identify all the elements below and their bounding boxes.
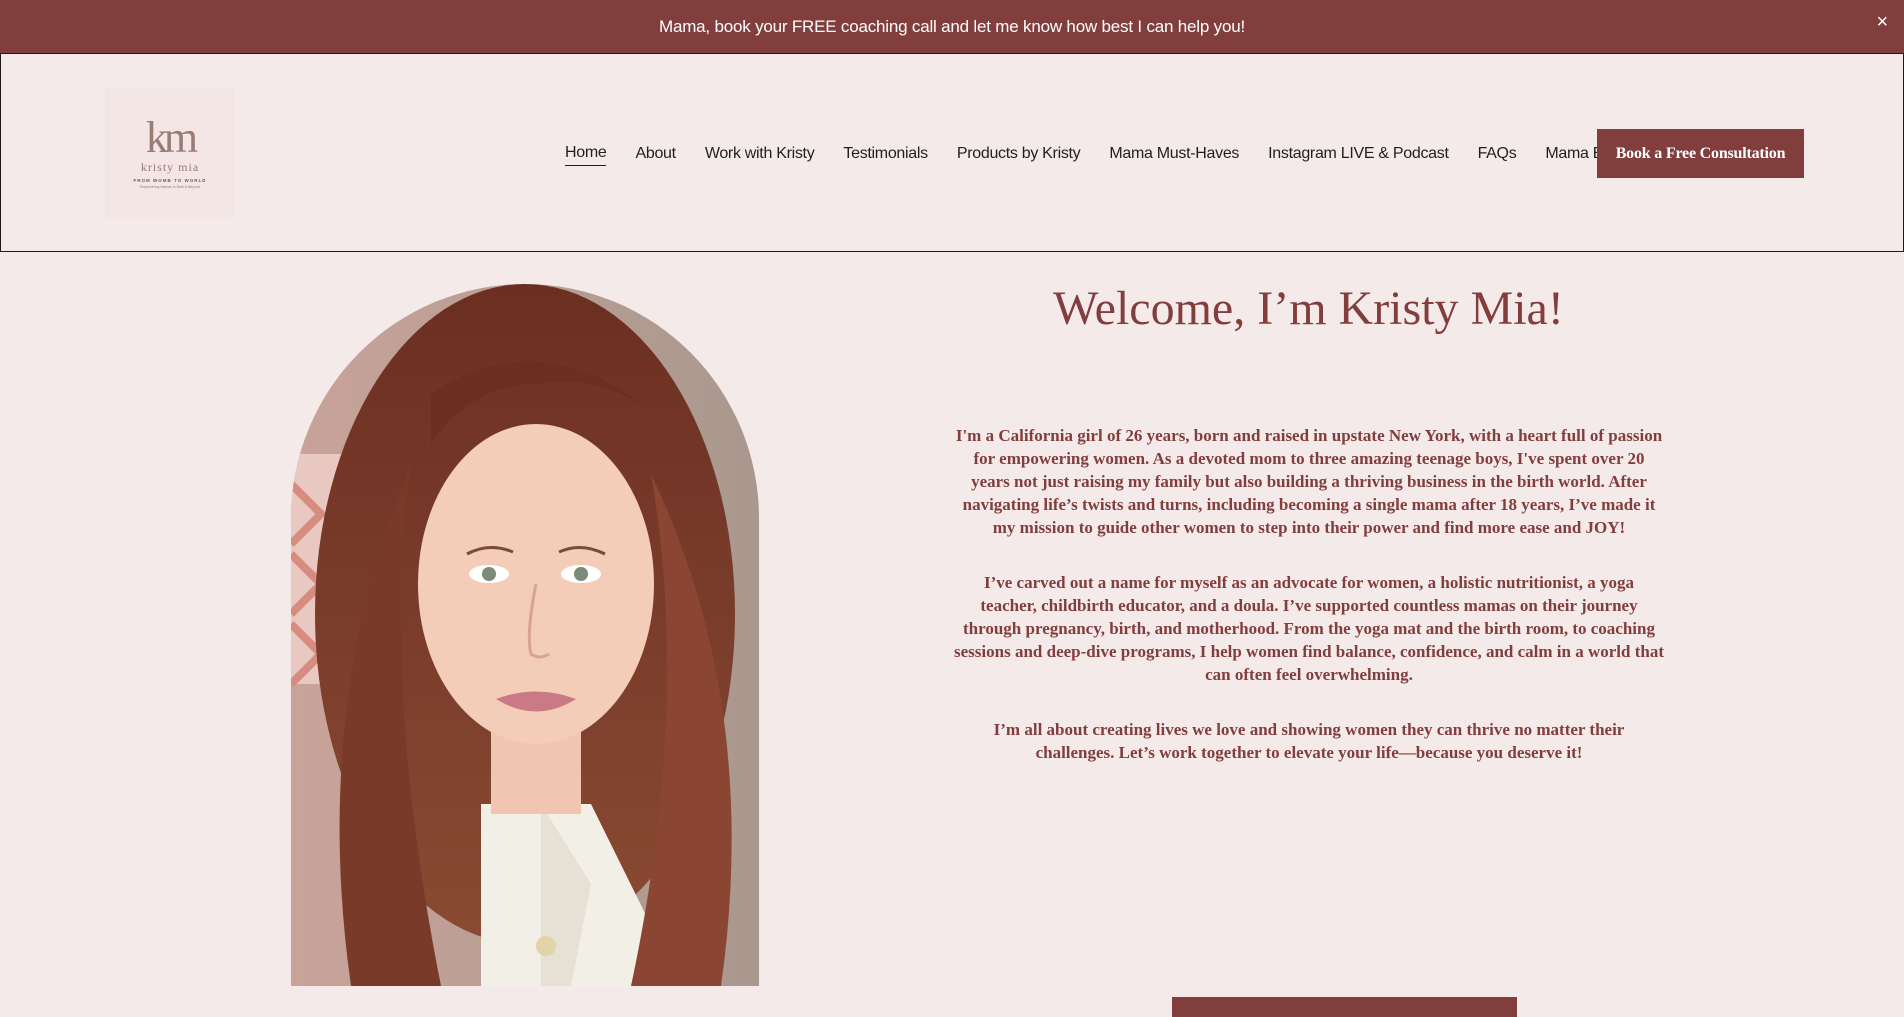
nav-item-work-with-kristy[interactable]: Work with Kristy [705, 145, 815, 166]
main-nav: Home About Work with Kristy Testimonials… [565, 144, 1653, 166]
nav-item-mama-must-haves[interactable]: Mama Must-Haves [1109, 145, 1239, 166]
nav-item-about[interactable]: About [635, 145, 676, 166]
nav-item-testimonials[interactable]: Testimonials [843, 145, 928, 166]
hero-title: Welcome, I’m Kristy Mia! [1053, 282, 1564, 335]
nav-item-home[interactable]: Home [565, 144, 607, 166]
logo-tagline: FROM WOMB TO WORLD [133, 177, 207, 183]
announcement-text[interactable]: Mama, book your FREE coaching call and l… [659, 17, 1245, 37]
nav-item-products[interactable]: Products by Kristy [957, 145, 1081, 166]
portrait-illustration [291, 284, 759, 986]
logo-subline: Empowering Mamas in Birth & Beyond [140, 184, 200, 189]
portrait-photo [291, 284, 759, 986]
site-header: km kristy mia FROM WOMB TO WORLD Empower… [0, 53, 1904, 252]
logo-name: kristy mia [140, 159, 200, 174]
announcement-bar: Mama, book your FREE coaching call and l… [0, 0, 1904, 53]
book-consultation-button[interactable]: Book a Free Consultation [1597, 129, 1804, 178]
intro-copy: I'm a California girl of 26 years, born … [954, 424, 1664, 796]
nav-item-faqs[interactable]: FAQs [1478, 145, 1517, 166]
intro-paragraph: I'm a California girl of 26 years, born … [955, 426, 1663, 537]
nav-item-instagram-live-podcast[interactable]: Instagram LIVE & Podcast [1268, 145, 1449, 166]
cut-off-button[interactable] [1172, 997, 1517, 1017]
close-icon[interactable]: × [1877, 12, 1889, 32]
site-logo[interactable]: km kristy mia FROM WOMB TO WORLD Empower… [105, 88, 235, 218]
intro-paragraph: I’ve carved out a name for myself as an … [954, 573, 1664, 684]
intro-paragraph: I’m all about creating lives we love and… [993, 720, 1625, 762]
logo-monogram: km [145, 112, 198, 162]
